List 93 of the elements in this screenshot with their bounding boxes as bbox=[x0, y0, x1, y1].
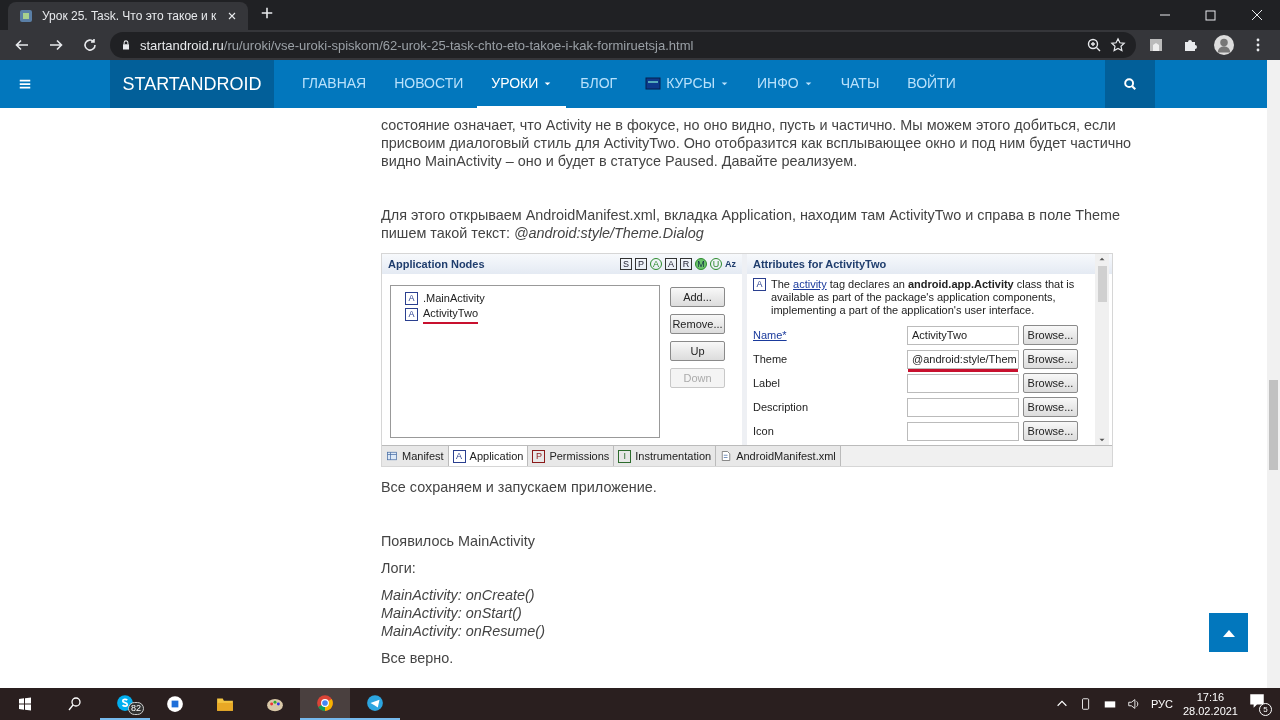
extension-icon[interactable] bbox=[1148, 37, 1164, 53]
speaker-icon[interactable] bbox=[1126, 697, 1141, 711]
description-text: The activity tag declares an android.app.Activity class that is available as part of the package's application components, implementing a part of the application's user interface. bbox=[771, 278, 1076, 317]
field-label: Theme bbox=[753, 352, 789, 367]
browse-button[interactable]: Browse... bbox=[1023, 373, 1078, 393]
panel-title: Application Nodes bbox=[388, 257, 485, 272]
new-tab-icon[interactable] bbox=[260, 6, 274, 20]
star-icon[interactable] bbox=[1110, 37, 1126, 53]
text-field[interactable] bbox=[907, 421, 1019, 441]
editor-button[interactable]: Up bbox=[670, 341, 725, 361]
language-indicator[interactable]: РУС bbox=[1150, 698, 1173, 710]
nav-link[interactable]: УРОКИ bbox=[477, 60, 567, 108]
site-logo[interactable]: STARTANDROID bbox=[110, 60, 274, 108]
editor-button[interactable]: Add... bbox=[670, 287, 725, 307]
paragraph: Появилось MainActivity bbox=[381, 532, 536, 550]
text-field[interactable]: @android:style/Them bbox=[907, 349, 1019, 369]
field-label: Icon bbox=[753, 424, 775, 439]
clock-time: 17:16 bbox=[1196, 690, 1225, 704]
nav-link[interactable]: ИНФО bbox=[743, 60, 827, 108]
zoom-icon[interactable] bbox=[1086, 37, 1102, 53]
browse-button[interactable]: Browse... bbox=[1023, 397, 1078, 417]
flag-icon bbox=[645, 75, 662, 91]
filter-icon[interactable]: M bbox=[695, 258, 707, 270]
close-icon[interactable] bbox=[226, 10, 238, 22]
filter-icon[interactable]: A bbox=[665, 258, 677, 270]
table-icon bbox=[386, 450, 398, 462]
taskbar-app[interactable]: 82 bbox=[100, 688, 150, 720]
forward-icon[interactable] bbox=[48, 37, 64, 53]
page-scrollbar[interactable] bbox=[1267, 60, 1280, 688]
editor-tab[interactable]: A Application bbox=[448, 446, 529, 466]
editor-tab[interactable]: AndroidManifest.xml bbox=[716, 446, 841, 466]
paragraph: Все верно. bbox=[381, 649, 455, 667]
tree-node[interactable]: .MainActivity bbox=[423, 289, 485, 307]
paragraph: Для этого открываем AndroidManifest.xml, вкладка Application, находим там ActivityTwo и справа в поле Theme пишем такой текст: @android:style/Theme.Dialog bbox=[381, 206, 1121, 242]
editor-tab[interactable]: P Permissions bbox=[528, 446, 615, 466]
activity-link[interactable]: activity bbox=[793, 278, 827, 290]
browse-button[interactable]: Browse... bbox=[1023, 349, 1078, 369]
filter-icon[interactable]: S bbox=[620, 258, 632, 270]
search-icon[interactable] bbox=[67, 696, 83, 712]
scrollbar[interactable] bbox=[1095, 254, 1109, 445]
text-field[interactable]: ActivityTwo bbox=[907, 325, 1019, 345]
site-icon bbox=[18, 8, 34, 24]
menu-icon[interactable] bbox=[18, 77, 32, 91]
text-field[interactable] bbox=[907, 397, 1019, 417]
paragraph: Логи: bbox=[381, 559, 417, 577]
url-text: startandroid.ru/ru/uroki/vse-uroki-spiskom/62-urok-25-task-chto-eto-takoe-i-kak-formiruetsja.html bbox=[140, 37, 694, 53]
telegram-icon bbox=[366, 694, 384, 712]
log-line: MainActivity: onStart() bbox=[381, 604, 523, 622]
activity-icon: A bbox=[405, 307, 418, 321]
reload-icon[interactable] bbox=[82, 37, 98, 53]
file-icon bbox=[720, 450, 733, 462]
back-icon[interactable] bbox=[14, 37, 30, 53]
tree-node[interactable]: ActivityTwo bbox=[423, 304, 478, 324]
tab-icon: A bbox=[452, 449, 466, 463]
field-label: Description bbox=[753, 400, 810, 415]
tab-icon: P bbox=[532, 449, 546, 463]
nav-link[interactable]: ВОЙТИ bbox=[893, 60, 970, 108]
folder-icon bbox=[216, 695, 234, 713]
text-field[interactable] bbox=[907, 373, 1019, 393]
log-line: MainActivity: onResume() bbox=[381, 622, 546, 640]
chrome-icon bbox=[316, 694, 334, 712]
browser-tab[interactable]: Урок 25. Task. Что это такое и к bbox=[8, 2, 248, 30]
tab-icon: I bbox=[618, 449, 632, 463]
panel-title: Attributes for ActivityTwo bbox=[753, 257, 887, 272]
scroll-top-button[interactable] bbox=[1209, 613, 1248, 652]
activity-icon: A bbox=[753, 278, 766, 291]
editor-tab[interactable]: Manifest bbox=[382, 446, 449, 466]
editor-button[interactable]: Remove... bbox=[670, 314, 725, 334]
browse-button[interactable]: Browse... bbox=[1023, 421, 1078, 441]
address-bar[interactable]: startandroid.ru/ru/uroki/vse-uroki-spiskom/62-urok-25-task-chto-eto-takoe-i-kak-formiruetsja.html bbox=[110, 32, 1136, 58]
paragraph: состояние означает, что Activity не в фокусе, но оно видно, пусть и частично. Мы можем этого добиться, если присвоим диалоговый стиль для ActivityTwo. Оно отобразится как всплывающее окно и под ним будет частично видно MainActivity – оно и будет в статусе Paused. Давайте реализуем. bbox=[381, 116, 1133, 170]
scroll-thumb[interactable] bbox=[1097, 266, 1107, 302]
unread-badge: 82 bbox=[128, 702, 144, 715]
log-line: MainActivity: onCreate() bbox=[381, 586, 536, 604]
puzzle-icon[interactable] bbox=[1182, 37, 1198, 53]
filter-icon[interactable]: R bbox=[680, 258, 692, 270]
windows-icon[interactable] bbox=[17, 696, 33, 712]
filter-icon[interactable]: Az bbox=[725, 258, 736, 270]
search-icon[interactable] bbox=[1123, 77, 1137, 91]
activity-icon: A bbox=[405, 291, 418, 305]
notification-icon[interactable] bbox=[1248, 692, 1266, 710]
avatar-icon[interactable] bbox=[1214, 35, 1234, 55]
lock-icon bbox=[120, 39, 132, 51]
browse-button[interactable]: Browse... bbox=[1023, 325, 1078, 345]
field-label[interactable]: Name* bbox=[753, 326, 903, 344]
clock-date: 28.02.2021 bbox=[1182, 704, 1238, 718]
field-label: Label bbox=[753, 376, 781, 391]
scroll-thumb[interactable] bbox=[1269, 380, 1278, 470]
paragraph: Все сохраняем и запускаем приложение. bbox=[381, 478, 658, 496]
editor-tab[interactable]: I Instrumentation bbox=[614, 446, 717, 466]
filter-icon[interactable]: P bbox=[635, 258, 647, 270]
notification-count: 5 bbox=[1259, 703, 1272, 716]
app-icon bbox=[166, 695, 184, 713]
